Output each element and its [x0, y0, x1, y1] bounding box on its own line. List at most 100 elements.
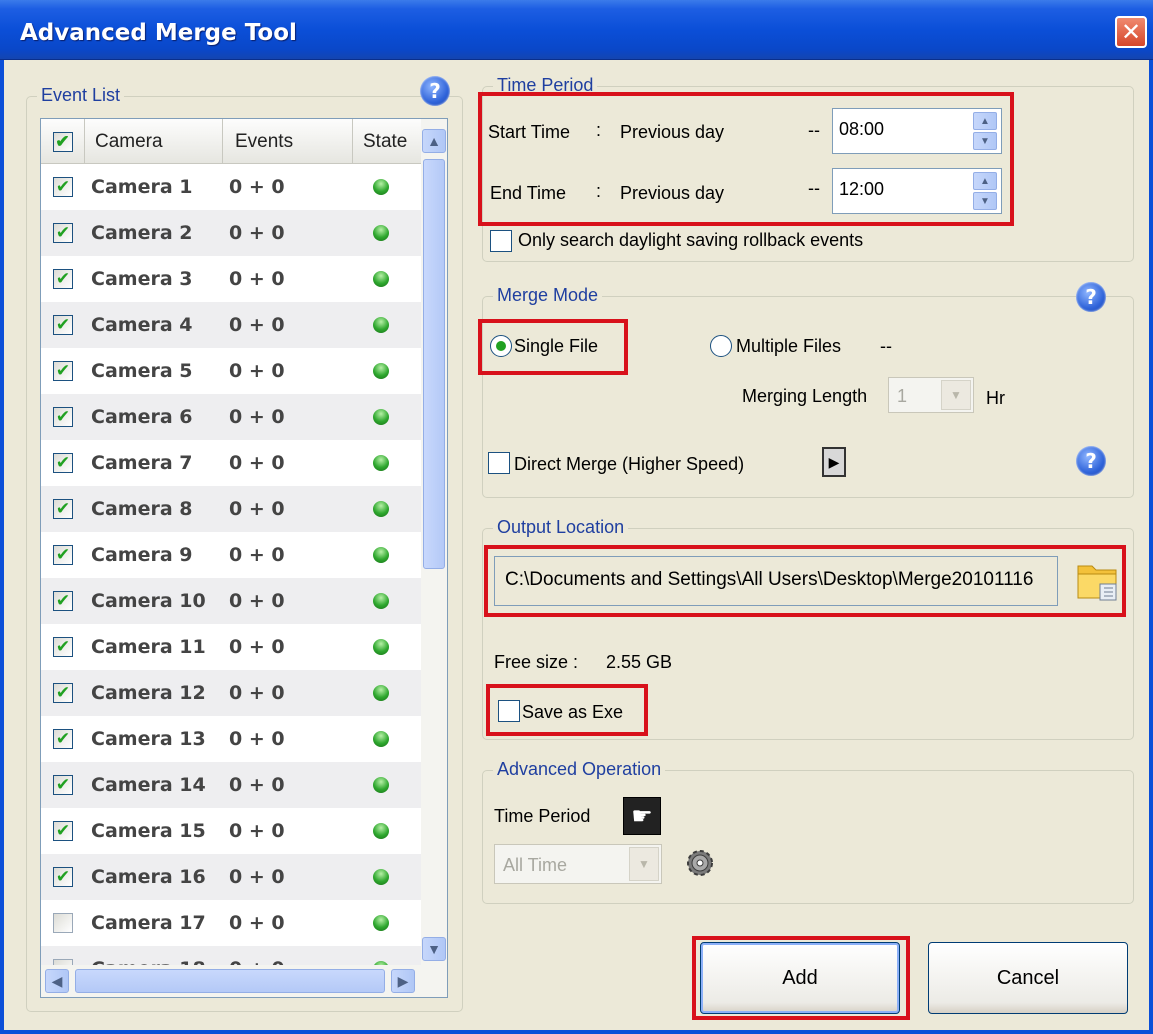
camera-name: Camera 10 [91, 590, 206, 612]
camera-name: Camera 16 [91, 866, 206, 888]
window-title: Advanced Merge Tool [20, 20, 297, 46]
merge-mode-help-icon[interactable]: ? [1076, 282, 1106, 312]
event-count: 0 + 0 [229, 498, 285, 520]
camera-checkbox[interactable]: ✔ [53, 591, 73, 611]
event-count: 0 + 0 [229, 866, 285, 888]
header-select-all[interactable]: ✔ [41, 119, 85, 164]
camera-name: Camera 1 [91, 176, 193, 198]
table-row[interactable]: ✔ Camera 15 0 + 0 [41, 808, 421, 854]
direct-merge-help-icon[interactable]: ? [1076, 446, 1106, 476]
table-row[interactable]: ✔ Camera 11 0 + 0 [41, 624, 421, 670]
event-list-label: Event List [37, 85, 125, 106]
state-indicator-icon [373, 455, 389, 471]
camera-checkbox[interactable]: ✔ [53, 775, 73, 795]
merging-length-label: Merging Length [742, 386, 868, 406]
direct-merge-label: Direct Merge (Higher Speed) [514, 454, 745, 474]
chevron-down-icon[interactable]: ▼ [941, 380, 971, 410]
camera-checkbox[interactable]: ✔ [53, 545, 73, 565]
close-button[interactable]: ✕ [1115, 16, 1147, 48]
camera-checkbox[interactable]: ✔ [53, 361, 73, 381]
camera-name: Camera 17 [91, 912, 206, 934]
camera-name: Camera 9 [91, 544, 193, 566]
camera-checkbox[interactable]: ✔ [53, 499, 73, 519]
camera-checkbox[interactable]: ✔ [53, 177, 73, 197]
camera-checkbox[interactable]: ✔ [53, 913, 73, 933]
camera-checkbox[interactable]: ✔ [53, 223, 73, 243]
table-row[interactable]: ✔ Camera 3 0 + 0 [41, 256, 421, 302]
time-highlight [478, 92, 1014, 226]
chevron-down-icon[interactable]: ▼ [629, 847, 659, 881]
table-row[interactable]: ✔ Camera 5 0 + 0 [41, 348, 421, 394]
hscroll-thumb[interactable] [75, 969, 385, 993]
state-indicator-icon [373, 501, 389, 517]
event-count: 0 + 0 [229, 728, 285, 750]
camera-checkbox[interactable]: ✔ [53, 453, 73, 473]
table-row[interactable]: ✔ Camera 16 0 + 0 [41, 854, 421, 900]
event-count: 0 + 0 [229, 820, 285, 842]
table-row[interactable]: ✔ Camera 4 0 + 0 [41, 302, 421, 348]
table-row[interactable]: ✔ Camera 1 0 + 0 [41, 164, 421, 210]
table-row[interactable]: ✔ Camera 9 0 + 0 [41, 532, 421, 578]
merging-length-select[interactable]: 1 ▼ [888, 377, 974, 413]
table-row[interactable]: ✔ Camera 2 0 + 0 [41, 210, 421, 256]
state-indicator-icon [373, 409, 389, 425]
table-row[interactable]: ✔ Camera 7 0 + 0 [41, 440, 421, 486]
advanced-label: Advanced Operation [493, 759, 666, 780]
multiple-files-label[interactable]: Multiple Files [736, 336, 841, 357]
free-size-label: Free size : [494, 652, 579, 672]
header-camera[interactable]: Camera [85, 119, 223, 164]
camera-checkbox[interactable]: ✔ [53, 821, 73, 841]
horizontal-scrollbar[interactable]: ◀ ▶ [41, 965, 447, 997]
state-indicator-icon [373, 869, 389, 885]
select-all-checkbox[interactable]: ✔ [52, 131, 73, 152]
state-indicator-icon [373, 547, 389, 563]
event-list-help-icon[interactable]: ? [420, 76, 450, 106]
camera-name: Camera 13 [91, 728, 206, 750]
scroll-left-icon[interactable]: ◀ [45, 969, 69, 993]
table-row[interactable]: ✔ Camera 17 0 + 0 [41, 900, 421, 946]
camera-checkbox[interactable]: ✔ [53, 683, 73, 703]
time-range-select[interactable]: All Time ▼ [494, 844, 662, 884]
event-count: 0 + 0 [229, 590, 285, 612]
state-indicator-icon [373, 593, 389, 609]
state-indicator-icon [373, 179, 389, 195]
daylight-checkbox[interactable] [490, 230, 512, 252]
cancel-button[interactable]: Cancel [928, 942, 1128, 1014]
table-row[interactable]: ✔ Camera 14 0 + 0 [41, 762, 421, 808]
camera-name: Camera 2 [91, 222, 193, 244]
table-row[interactable]: ✔ Camera 8 0 + 0 [41, 486, 421, 532]
camera-checkbox[interactable]: ✔ [53, 315, 73, 335]
multiple-files-radio[interactable] [710, 335, 732, 357]
hand-pointer-icon[interactable]: ☛ [623, 797, 661, 835]
advanced-time-period-label: Time Period [494, 806, 591, 826]
table-row[interactable]: ✔ Camera 6 0 + 0 [41, 394, 421, 440]
play-icon[interactable]: ▶ [822, 447, 846, 477]
camera-name: Camera 6 [91, 406, 193, 428]
camera-name: Camera 8 [91, 498, 193, 520]
scroll-right-icon[interactable]: ▶ [391, 969, 415, 993]
scroll-thumb[interactable] [423, 159, 445, 569]
direct-merge-checkbox[interactable] [488, 452, 510, 474]
table-row[interactable]: ✔ Camera 13 0 + 0 [41, 716, 421, 762]
scroll-up-icon[interactable]: ▲ [422, 129, 446, 153]
camera-name: Camera 15 [91, 820, 206, 842]
header-events[interactable]: Events [223, 119, 353, 164]
scroll-down-icon[interactable]: ▼ [422, 937, 446, 961]
state-indicator-icon [373, 363, 389, 379]
camera-checkbox[interactable]: ✔ [53, 407, 73, 427]
event-count: 0 + 0 [229, 544, 285, 566]
camera-checkbox[interactable]: ✔ [53, 637, 73, 657]
event-count: 0 + 0 [229, 636, 285, 658]
camera-checkbox[interactable]: ✔ [53, 867, 73, 887]
event-count: 0 + 0 [229, 314, 285, 336]
table-row[interactable]: ✔ Camera 10 0 + 0 [41, 578, 421, 624]
time-range-value: All Time [503, 855, 568, 875]
camera-checkbox[interactable]: ✔ [53, 729, 73, 749]
merge-mode-label: Merge Mode [493, 285, 603, 306]
vertical-scrollbar[interactable]: ▲ ▼ [421, 119, 447, 965]
table-row[interactable]: ✔ Camera 12 0 + 0 [41, 670, 421, 716]
camera-checkbox[interactable]: ✔ [53, 269, 73, 289]
gear-icon[interactable] [683, 846, 717, 880]
merging-length-unit: Hr [986, 388, 1005, 408]
header-state[interactable]: State [353, 119, 421, 164]
